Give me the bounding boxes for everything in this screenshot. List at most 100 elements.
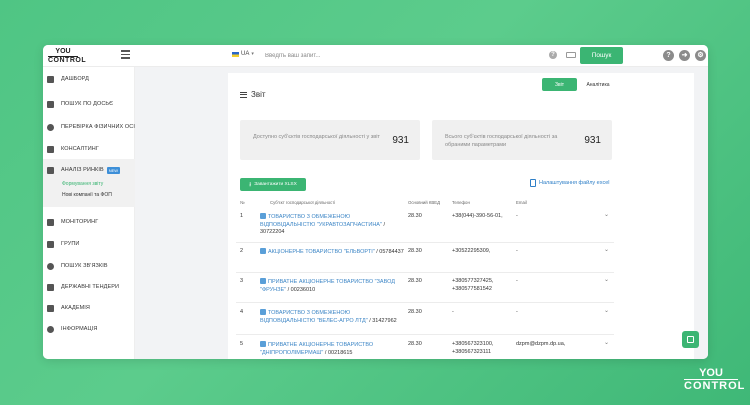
company-code: / 31427962 (369, 317, 397, 324)
sidebar-item-label: ПЕРЕВІРКА ФІЗИЧНИХ ОСІБ (61, 124, 139, 130)
chevron-down-icon: ▾ (251, 51, 254, 57)
sidebar-subitem-report[interactable]: Формування звіту (62, 181, 103, 187)
monitor-icon (47, 218, 54, 226)
company-link[interactable]: АКЦІОНЕРНЕ ТОВАРИСТВО "ЕЛЬВОРТІ" / 05784… (260, 248, 405, 257)
page-title: Звіт (240, 90, 266, 99)
sidebar-item-label: ПОШУК ЗВ'ЯЗКІВ (61, 263, 108, 269)
corner-logo-line2: CONTROL (684, 379, 746, 392)
download-xlsx-button[interactable]: ⭳ Завантажити XLSX (240, 178, 306, 191)
search-button[interactable]: Пошук (580, 47, 623, 64)
building-icon (260, 278, 266, 284)
sidebar-item-label: ГРУПИ (61, 241, 80, 247)
sidebar-item-market-analysis[interactable]: АНАЛІЗ РИНКІВ NEW (43, 162, 135, 178)
kved-value: 28.30 (408, 248, 422, 254)
company-code: / 05784437 (376, 249, 404, 255)
sidebar-item-info[interactable]: ІНФОРМАЦІЯ (43, 321, 135, 337)
table-row: 1 ТОВАРИСТВО З ОБМЕЖЕНОЮ ВІДПОВІДАЛЬНІСТ… (236, 209, 614, 243)
app-window: YOU CONTROL UA ▾ ? Пошук ? ➜ ⚙ ДАШБОРД П… (43, 45, 708, 359)
sidebar-item-dashboard[interactable]: ДАШБОРД (43, 71, 135, 87)
chevron-down-icon[interactable]: ⌄ (604, 211, 609, 218)
sidebar-item-connections[interactable]: ПОШУК ЗВ'ЯЗКІВ (43, 258, 135, 274)
sidebar: ДАШБОРД ПОШУК ПО ДОСЬЄ ПЕРЕВІРКА ФІЗИЧНИ… (43, 67, 139, 359)
share-icon[interactable]: ➜ (679, 50, 690, 61)
stat-label: Доступно суб'єктів господарської діяльно… (253, 134, 380, 140)
language-selector[interactable]: UA ▾ (232, 51, 254, 57)
kved-value: 28.30 (408, 213, 422, 219)
company-name: АКЦІОНЕРНЕ ТОВАРИСТВО "ЕЛЬВОРТІ" (268, 249, 375, 255)
logo-line2: CONTROL (48, 56, 87, 64)
stat-value: 931 (584, 135, 601, 146)
email-value: dzpm@dzpm.dp.ua, (516, 341, 566, 347)
email-value: - (516, 309, 518, 315)
row-number: 4 (240, 309, 244, 315)
menu-collapse-icon[interactable] (121, 50, 130, 59)
table-row: 3 ПРИВАТНЕ АКЦІОНЕРНЕ ТОВАРИСТВО "ЗАВОД … (236, 273, 614, 303)
col-header-phone: Телефон (452, 200, 470, 205)
email-value: - (516, 278, 518, 284)
chevron-down-icon[interactable]: ⌄ (604, 246, 609, 253)
chat-icon (687, 336, 694, 343)
search-input[interactable] (265, 48, 545, 63)
chevron-down-icon[interactable]: ⌄ (604, 339, 609, 346)
sidebar-item-label: АНАЛІЗ РИНКІВ (61, 167, 104, 173)
sidebar-item-label: АКАДЕМІЯ (61, 305, 90, 311)
top-bar: YOU CONTROL UA ▾ ? Пошук ? ➜ ⚙ (43, 45, 708, 67)
building-icon (260, 309, 266, 315)
page-title-text: Звіт (251, 90, 266, 99)
building-icon (260, 341, 266, 347)
stat-available: Доступно суб'єктів господарської діяльно… (240, 120, 420, 160)
company-link[interactable]: ТОВАРИСТВО З ОБМЕЖЕНОЮ ВІДПОВІДАЛЬНІСТЮ … (260, 213, 405, 237)
sidebar-item-dossier-search[interactable]: ПОШУК ПО ДОСЬЄ (43, 96, 135, 112)
question-icon[interactable]: ? (663, 50, 674, 61)
sidebar-item-tenders[interactable]: ДЕРЖАВНІ ТЕНДЕРИ (43, 279, 135, 295)
download-icon: ⭳ (249, 181, 252, 188)
monitor-icon (47, 100, 54, 108)
chat-button[interactable] (682, 331, 699, 348)
sidebar-item-label: ПОШУК ПО ДОСЬЄ (61, 101, 114, 107)
stat-label: Всього суб'єктів господарської діяльност… (445, 134, 558, 148)
table-row: 4 ТОВАРИСТВО З ОБМЕЖЕНОЮ ВІДПОВІДАЛЬНІСТ… (236, 303, 614, 335)
company-name: ТОВАРИСТВО З ОБМЕЖЕНОЮ ВІДПОВІДАЛЬНІСТЮ … (260, 310, 368, 324)
handshake-icon (47, 283, 54, 291)
language-label: UA (241, 51, 250, 57)
chart-icon (47, 166, 54, 174)
building-icon (260, 213, 266, 219)
keyboard-icon[interactable] (566, 52, 576, 58)
excel-file-icon (530, 179, 536, 187)
help-icon[interactable]: ? (549, 51, 557, 59)
tab-report[interactable]: Звіт (542, 78, 577, 91)
chevron-down-icon[interactable]: ⌄ (604, 307, 609, 314)
main-content: Звіт Аналітика Звіт Доступно суб'єктів г… (135, 67, 708, 359)
app-logo[interactable]: YOU CONTROL (48, 48, 87, 65)
sidebar-item-groups[interactable]: ГРУПИ (43, 236, 135, 252)
chevron-down-icon[interactable]: ⌄ (604, 276, 609, 283)
corner-logo-line1: YOU (699, 367, 723, 379)
info-icon (47, 325, 54, 333)
sidebar-item-label: КОНСАЛТИНГ (61, 146, 99, 152)
sidebar-item-person-check[interactable]: ПЕРЕВІРКА ФІЗИЧНИХ ОСІБ (43, 119, 139, 135)
ukraine-flag-icon (232, 51, 239, 57)
sidebar-item-consulting[interactable]: КОНСАЛТИНГ (43, 141, 135, 157)
tab-analytics[interactable]: Аналітика (580, 78, 616, 91)
academy-icon (47, 304, 54, 312)
excel-settings-link[interactable]: Налаштування файлу excel (530, 179, 610, 187)
company-link[interactable]: ПРИВАТНЕ АКЦІОНЕРНЕ ТОВАРИСТВО "ДНІПРОПО… (260, 341, 405, 357)
settings-icon[interactable]: ⚙ (695, 50, 706, 61)
download-label: Завантажити XLSX (254, 182, 297, 187)
sidebar-item-academy[interactable]: АКАДЕМІЯ (43, 300, 135, 316)
sidebar-item-monitoring[interactable]: МОНІТОРИНГ (43, 214, 135, 230)
col-header-email: Email (516, 200, 527, 205)
sidebar-subitem-new-companies[interactable]: Нові компанії та ФОП (62, 192, 112, 198)
table-row: 5 ПРИВАТНЕ АКЦІОНЕРНЕ ТОВАРИСТВО "ДНІПРО… (236, 335, 614, 359)
stat-value: 931 (392, 135, 409, 146)
company-name: ТОВАРИСТВО З ОБМЕЖЕНОЮ ВІДПОВІДАЛЬНІСТЮ … (260, 214, 382, 228)
sidebar-item-label: МОНІТОРИНГ (61, 219, 99, 225)
sidebar-item-label: ДАШБОРД (61, 76, 89, 82)
corner-brand-logo: YOU CONTROL (684, 367, 746, 392)
table-row: 2 АКЦІОНЕРНЕ ТОВАРИСТВО "ЕЛЬВОРТІ" / 057… (236, 243, 614, 273)
company-link[interactable]: ПРИВАТНЕ АКЦІОНЕРНЕ ТОВАРИСТВО "ЗАВОД "Ф… (260, 278, 405, 294)
briefcase-icon (47, 145, 54, 153)
kved-value: 28.30 (408, 341, 422, 347)
new-badge: NEW (106, 166, 121, 174)
company-link[interactable]: ТОВАРИСТВО З ОБМЕЖЕНОЮ ВІДПОВІДАЛЬНІСТЮ … (260, 309, 405, 325)
